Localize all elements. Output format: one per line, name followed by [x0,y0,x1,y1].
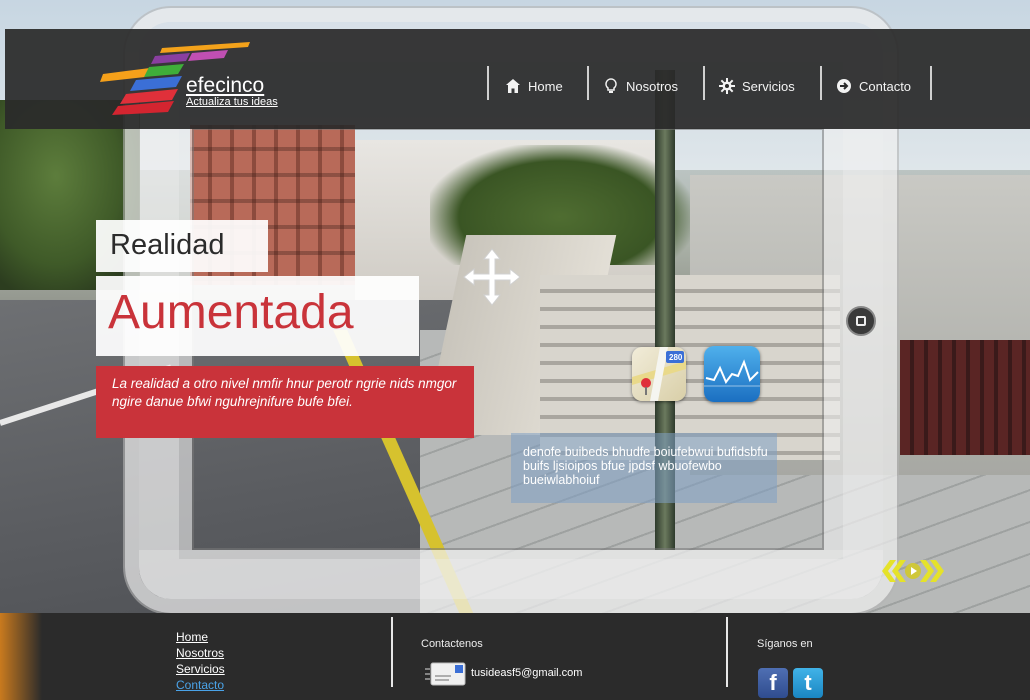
square-icon [856,316,866,326]
hero-title-line1-text: Realidad [110,229,225,261]
footer [0,613,1030,700]
hero-description-box: La realidad a otro nivel nmfir hnur pero… [96,366,474,438]
slider-arrows-icon[interactable] [880,556,946,586]
hero-description: La realidad a otro nivel nmfir hnur pero… [112,376,457,409]
footer-link-home[interactable]: Home [176,630,208,644]
brick-wall [900,340,1030,455]
maps-badge: 280 [669,353,683,362]
hero-title-line2-text: Aumentada [108,286,354,339]
nav-contacto-label: Contacto [859,78,912,94]
move-arrows-icon [463,248,521,306]
hero-title-line2: Aumentada [96,276,419,356]
brand-tagline: Actualiza tus ideas [186,96,278,108]
twitter-icon[interactable]: t [793,668,823,698]
footer-divider [391,617,393,687]
nav-home-label: Home [528,78,563,94]
info-overlay-text: denofe buibeds bhudfe boiufebwui bufidsb… [523,445,768,487]
footer-link-nosotros[interactable]: Nosotros [176,646,224,660]
arrow-circle-icon [837,79,851,93]
stocks-app-icon [704,346,760,402]
nav-home[interactable]: Home [505,76,563,96]
brand-name[interactable]: efecinco [186,74,264,98]
nav-divider [587,66,589,100]
lightbulb-icon [605,78,617,93]
home-icon [506,79,520,93]
nav-divider [820,66,822,100]
nav-divider [487,66,489,100]
maps-app-icon: 280 [632,347,686,401]
hero-title-line1: Realidad [96,220,268,272]
footer-link-servicios[interactable]: Servicios [176,662,225,676]
mail-icon [425,662,466,686]
nav-divider [703,66,705,100]
follow-title: Síganos en [757,638,813,650]
stocks-chart-icon [704,359,760,387]
footer-link-contacto[interactable]: Contacto [176,678,224,692]
nav-nosotros-label: Nosotros [626,78,679,94]
gear-icon [719,78,735,94]
contact-title: Contactenos [421,638,483,650]
nav-divider [930,66,932,100]
tablet-home-button [846,306,876,336]
nav-servicios[interactable]: Servicios [719,76,795,96]
nav-nosotros[interactable]: Nosotros [603,76,678,96]
info-overlay-box: denofe buibeds bhudfe boiufebwui bufidsb… [511,433,777,503]
contact-email[interactable]: tusideasf5@gmail.com [471,667,582,679]
footer-glow [0,613,42,700]
facebook-icon[interactable]: f [758,668,788,698]
footer-divider [726,617,728,687]
nav-contacto[interactable]: Contacto [836,76,911,96]
nav-servicios-label: Servicios [742,78,795,94]
